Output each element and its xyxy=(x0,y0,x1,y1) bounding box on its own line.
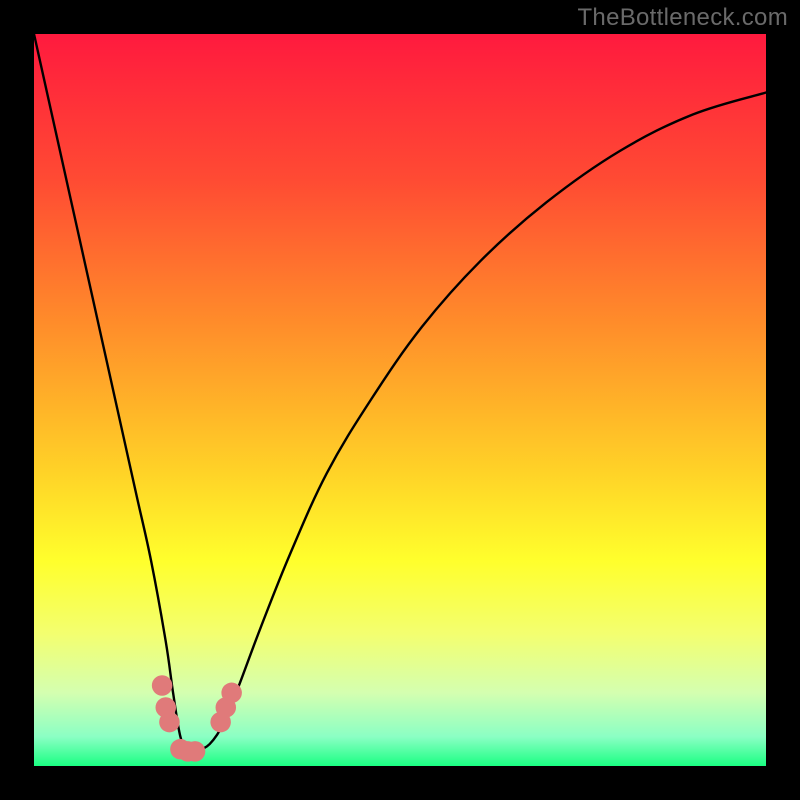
chart-frame: TheBottleneck.com xyxy=(0,0,800,800)
chart-marker xyxy=(159,712,179,732)
chart-plot-area xyxy=(34,34,766,766)
chart-marker xyxy=(185,741,205,761)
chart-background-gradient xyxy=(34,34,766,766)
watermark-text: TheBottleneck.com xyxy=(577,4,788,32)
chart-marker xyxy=(152,675,172,695)
chart-svg xyxy=(34,34,766,766)
chart-marker xyxy=(221,683,241,703)
